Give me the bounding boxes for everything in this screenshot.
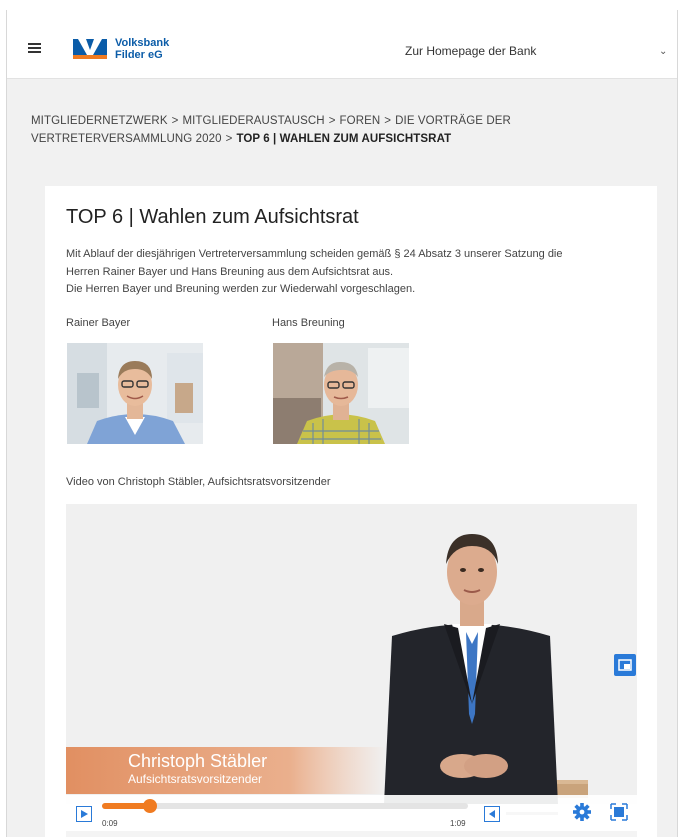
- play-button[interactable]: [76, 806, 92, 822]
- settings-button[interactable]: [568, 798, 596, 826]
- picture-in-picture-icon: [618, 659, 632, 671]
- fullscreen-icon: [610, 803, 628, 821]
- intro-line: Mit Ablauf der diesjährigen Vertreterver…: [66, 248, 563, 260]
- person-name-hans-breuning: Hans Breuning: [272, 317, 345, 329]
- current-time: 0:09: [102, 819, 118, 828]
- breadcrumb: MITGLIEDERNETZWERK > MITGLIEDERAUSTAUSCH > F…: [31, 112, 661, 148]
- picture-in-picture-button[interactable]: [614, 654, 636, 676]
- breadcrumb-item-mitgliedernetzwerk[interactable]: MITGLIEDERNETZWERK: [31, 115, 168, 127]
- homepage-link[interactable]: Zur Homepage der Bank: [405, 44, 536, 58]
- lower-third-role: Aufsichtsratsvorsitzender: [128, 772, 263, 786]
- gear-icon: [573, 803, 591, 821]
- article-intro: Mit Ablauf der diesjährigen Vertreterver…: [66, 246, 636, 299]
- fullscreen-button[interactable]: [609, 802, 629, 822]
- photo-hans-breuning: [273, 343, 409, 444]
- menu-icon[interactable]: [28, 43, 41, 53]
- total-time: 1:09: [450, 819, 466, 828]
- play-icon: [81, 810, 88, 818]
- portrait-rainer-bayer-image: [67, 343, 203, 444]
- breadcrumb-separator: >: [328, 115, 336, 127]
- volume-slider[interactable]: [506, 812, 558, 815]
- video-player[interactable]: Christoph Stäbler Aufsichtsratsvorsitzen…: [66, 504, 637, 837]
- article-card: TOP 6 | Wahlen zum Aufsichtsrat Mit Abla…: [45, 186, 657, 837]
- progress-handle[interactable]: [143, 799, 157, 813]
- intro-line: Die Herren Bayer und Breuning werden zur…: [66, 283, 416, 295]
- bank-name: Volksbank Filder eG: [115, 37, 169, 61]
- portrait-hans-breuning-image: [273, 343, 409, 444]
- bank-logo[interactable]: Volksbank Filder eG: [73, 37, 183, 63]
- intro-line: Herren Rainer Bayer und Hans Breuning au…: [66, 265, 394, 278]
- video-controls: 0:09 1:09: [66, 795, 637, 831]
- site-header: Volksbank Filder eG Zur Homepage der Ban…: [7, 10, 677, 79]
- photo-rainer-bayer: [67, 343, 203, 444]
- bank-name-line2: Filder eG: [115, 49, 163, 61]
- person-name-rainer-bayer: Rainer Bayer: [66, 317, 131, 329]
- chevron-down-icon[interactable]: ⌄: [659, 46, 667, 57]
- page-title: TOP 6 | Wahlen zum Aufsichtsrat: [66, 206, 359, 228]
- volksbank-logo-icon: [73, 39, 107, 59]
- progress-bar[interactable]: [102, 799, 468, 813]
- breadcrumb-item-foren[interactable]: FOREN: [340, 115, 381, 127]
- breadcrumb-separator: >: [171, 115, 179, 127]
- breadcrumb-current: TOP 6 | WAHLEN ZUM AUFSICHTSRAT: [236, 133, 452, 145]
- breadcrumb-separator: >: [384, 115, 392, 127]
- volume-icon: [489, 810, 495, 818]
- breadcrumb-item-mitgliederaustausch[interactable]: MITGLIEDERAUSTAUSCH: [182, 115, 324, 127]
- breadcrumb-separator: >: [225, 133, 233, 145]
- lower-third-name: Christoph Stäbler: [128, 751, 268, 771]
- volume-button[interactable]: [484, 806, 500, 822]
- video-caption: Video von Christoph Stäbler, Aufsichtsra…: [66, 476, 331, 488]
- page-frame: Volksbank Filder eG Zur Homepage der Ban…: [6, 10, 678, 837]
- bank-name-line1: Volksbank: [115, 37, 170, 49]
